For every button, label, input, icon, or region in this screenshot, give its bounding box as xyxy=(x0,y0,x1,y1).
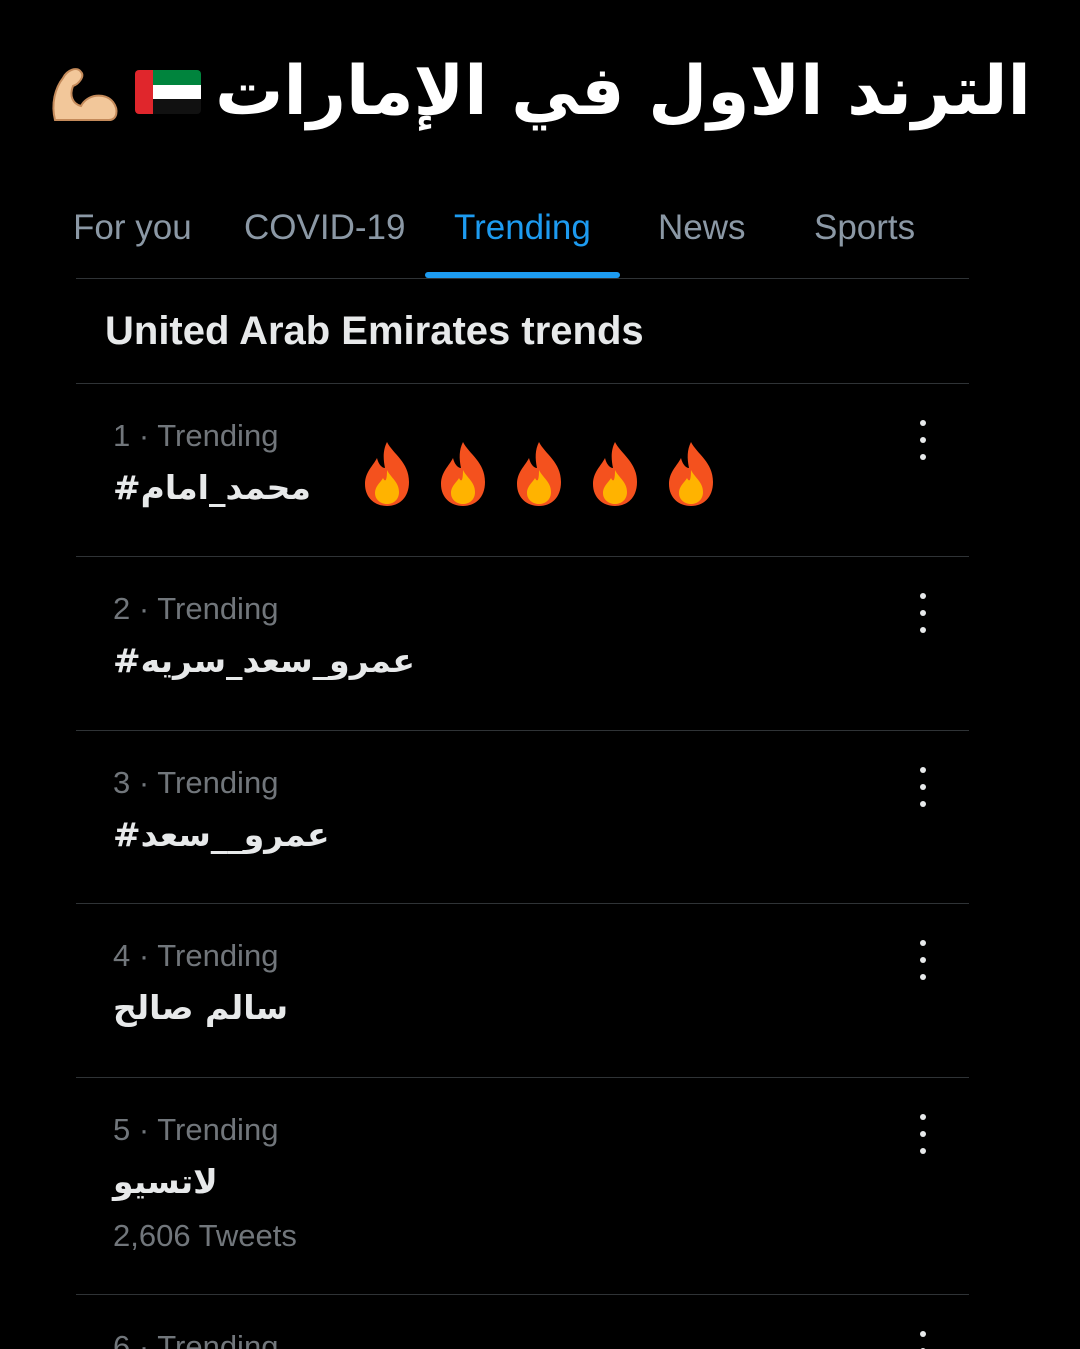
trend-name: #محمد_امام xyxy=(113,468,311,507)
more-vertical-icon[interactable] xyxy=(908,765,938,809)
trend-name: لاتسيو xyxy=(113,1162,218,1201)
fire-icon xyxy=(593,442,637,506)
fire-emoji-group xyxy=(359,440,720,508)
tab-for-you[interactable]: For you xyxy=(76,208,192,248)
fire-icon xyxy=(441,442,485,506)
trend-item-5[interactable]: 5 · Trending لاتسيو 2,606 Tweets xyxy=(76,1078,969,1295)
trend-meta: 6 · Trending xyxy=(113,1329,279,1349)
fire-icon xyxy=(365,442,409,506)
more-vertical-icon[interactable] xyxy=(908,591,938,635)
active-tab-indicator xyxy=(425,272,620,278)
tab-news[interactable]: News xyxy=(658,208,746,248)
trend-item-2[interactable]: 2 · Trending #عمرو_سعد_سريه xyxy=(76,557,969,731)
trend-name: #عمرو_سعد_سريه xyxy=(113,641,415,680)
more-vertical-icon[interactable] xyxy=(908,418,938,462)
tab-trending[interactable]: Trending xyxy=(454,208,591,248)
trend-meta: 4 · Trending xyxy=(113,938,279,973)
trend-meta: 3 · Trending xyxy=(113,765,279,800)
fire-icon xyxy=(669,442,713,506)
trend-item-6[interactable]: 6 · Trending xyxy=(76,1295,969,1349)
more-vertical-icon[interactable] xyxy=(908,1329,938,1349)
trend-meta: 5 · Trending xyxy=(113,1112,279,1147)
trend-item-3[interactable]: 3 · Trending #عمرو__سعد xyxy=(76,731,969,904)
trend-name: #عمرو__سعد xyxy=(113,815,330,854)
section-title: United Arab Emirates trends xyxy=(76,279,969,384)
tab-sports[interactable]: Sports xyxy=(814,208,915,248)
flexed-biceps-icon xyxy=(52,68,118,121)
trend-meta: 1 · Trending xyxy=(113,418,279,453)
trend-item-1[interactable]: 1 · Trending #محمد_امام xyxy=(76,384,969,557)
trend-meta: 2 · Trending xyxy=(113,591,279,626)
explore-panel: For you COVID-19 Trending News Sports Un… xyxy=(76,180,969,1349)
fire-icon xyxy=(517,442,561,506)
trend-name: سالم صالح xyxy=(113,988,289,1027)
trend-item-4[interactable]: 4 · Trending سالم صالح xyxy=(76,904,969,1078)
more-vertical-icon[interactable] xyxy=(908,938,938,982)
tab-bar: For you COVID-19 Trending News Sports xyxy=(76,180,969,279)
more-vertical-icon[interactable] xyxy=(908,1112,938,1156)
tweet-count: 2,606 Tweets xyxy=(113,1218,297,1253)
caption-text: الترند الاول في الإمارات xyxy=(215,52,1031,131)
caption-overlay: الترند الاول في الإمارات xyxy=(0,52,1080,132)
uae-flag-icon xyxy=(135,70,202,114)
tab-covid-19[interactable]: COVID-19 xyxy=(244,208,405,248)
